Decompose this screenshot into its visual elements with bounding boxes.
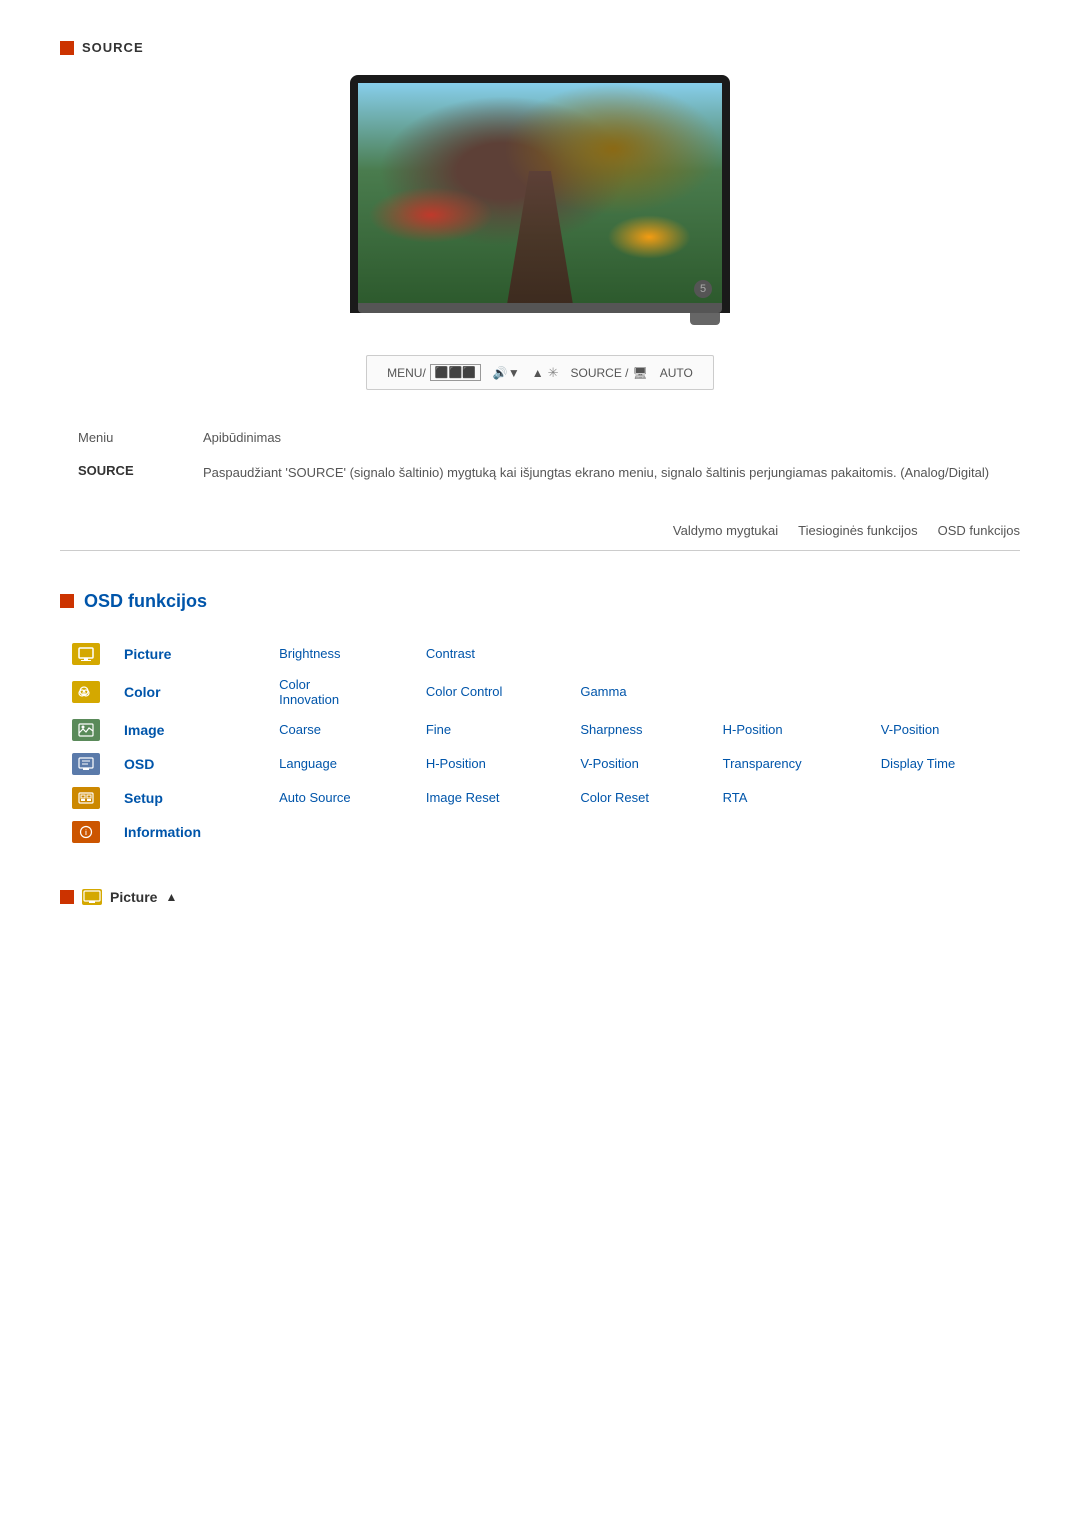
source-row-label: SOURCE [62,455,151,491]
footer-gold-icon [82,889,102,905]
fine-item[interactable]: Fine [426,722,451,737]
monitor-stand [350,313,730,325]
ctrl-auto: AUTO [660,366,693,380]
monitor-display: 5 [350,75,730,325]
tab-osd[interactable]: OSD funkcijos [938,523,1020,542]
image-label[interactable]: Image [124,722,164,738]
table-row: i Information [60,815,1020,849]
col2-header: Apibūdinimas [187,422,1018,453]
color-reset-item[interactable]: Color Reset [580,790,649,805]
tab-tiesioginės[interactable]: Tiesioginės funkcijos [798,523,917,542]
table-row: OSD Language H-Position V-Position Trans… [60,747,1020,781]
arrow-icons: 🔊▼ [493,366,520,380]
svg-text:i: i [85,830,87,837]
osd-section-title: OSD funkcijos [84,591,207,612]
coarse-item[interactable]: Coarse [279,722,321,737]
rta-item[interactable]: RTA [723,790,748,805]
v-position-image-item[interactable]: V-Position [881,722,940,737]
osd-row-icon [72,753,100,775]
gamma-item[interactable]: Gamma [580,684,626,699]
osd-section-header: OSD funkcijos [60,591,1020,612]
monitor-screen-wrapper: 5 [350,75,730,313]
monitor-container: 5 [60,75,1020,325]
table-row: Image Coarse Fine Sharpness H-Position V… [60,713,1020,747]
display-time-item[interactable]: Display Time [881,756,955,771]
ctrl-source: SOURCE / 🖥 [571,366,648,380]
color-control-item[interactable]: Color Control [426,684,503,699]
tab-valdymo[interactable]: Valdymo mygtukai [673,523,778,542]
info-icon: i [72,821,100,843]
menu-label: MENU/ [387,366,426,380]
footer-red-icon [60,890,74,904]
ctrl-brightness: ▲ ✳ [532,365,559,381]
nav-tabs: Valdymo mygtukai Tiesioginės funkcijos O… [60,523,1020,551]
picture-icon [72,643,100,665]
monitor-stand-piece [690,313,720,325]
monitor-icon: 🖥 [633,366,648,380]
color-label[interactable]: Color [124,684,161,700]
h-position-image-item[interactable]: H-Position [723,722,783,737]
control-bar-container: MENU/ ⬛⬛⬛ 🔊▼ ▲ ✳ SOURCE / 🖥 AUTO [60,355,1020,390]
picture-footer: Picture ▲ [60,889,1020,905]
image-icon [72,719,100,741]
control-bar: MENU/ ⬛⬛⬛ 🔊▼ ▲ ✳ SOURCE / 🖥 AUTO [366,355,714,390]
col1-header: Meniu [62,422,151,453]
auto-source-item[interactable]: Auto Source [279,790,351,805]
language-item[interactable]: Language [279,756,337,771]
ctrl-arrows: 🔊▼ [493,366,520,380]
auto-label: AUTO [660,366,693,380]
source-header: SOURCE [60,40,1020,55]
image-reset-item[interactable]: Image Reset [426,790,500,805]
table-row: Setup Auto Source Image Reset Color Rese… [60,781,1020,815]
color-innovation-item[interactable]: ColorInnovation [279,677,339,707]
source-icon [60,41,74,55]
footer-picture-label: Picture [110,889,157,905]
picture-label[interactable]: Picture [124,646,171,662]
arrow-up-icon: ▲ [165,890,177,904]
transparency-item[interactable]: Transparency [723,756,802,771]
table-row: Color ColorInnovation Color Control Gamm… [60,671,1020,713]
sun-icon: ✳ [548,365,559,381]
source-row-text: Paspaudžiant 'SOURCE' (signalo šaltinio)… [187,455,1018,491]
description-table: Meniu Apibūdinimas SOURCE Paspaudžiant '… [60,420,1020,493]
monitor-base-bar [358,303,722,313]
monitor-screen: 5 [358,83,722,303]
information-label[interactable]: Information [124,824,201,840]
ctrl-menu: MENU/ ⬛⬛⬛ [387,364,481,381]
brightness-arrows: ▲ [532,366,544,380]
osd-grid: Picture Brightness Contrast Color ColorI… [60,637,1020,849]
color-icon [72,681,100,703]
osd-label[interactable]: OSD [124,756,154,772]
brightness-item[interactable]: Brightness [279,646,340,661]
setup-label[interactable]: Setup [124,790,163,806]
contrast-item[interactable]: Contrast [426,646,475,661]
table-row: Picture Brightness Contrast [60,637,1020,671]
setup-icon [72,787,100,809]
menu-icon-box: ⬛⬛⬛ [430,364,481,381]
osd-section-icon [60,594,74,608]
sharpness-item[interactable]: Sharpness [580,722,642,737]
h-position-osd-item[interactable]: H-Position [426,756,486,771]
source-label-bar: SOURCE / [571,366,629,380]
v-position-osd-item[interactable]: V-Position [580,756,639,771]
monitor-number: 5 [694,280,712,298]
source-title: SOURCE [82,40,144,55]
